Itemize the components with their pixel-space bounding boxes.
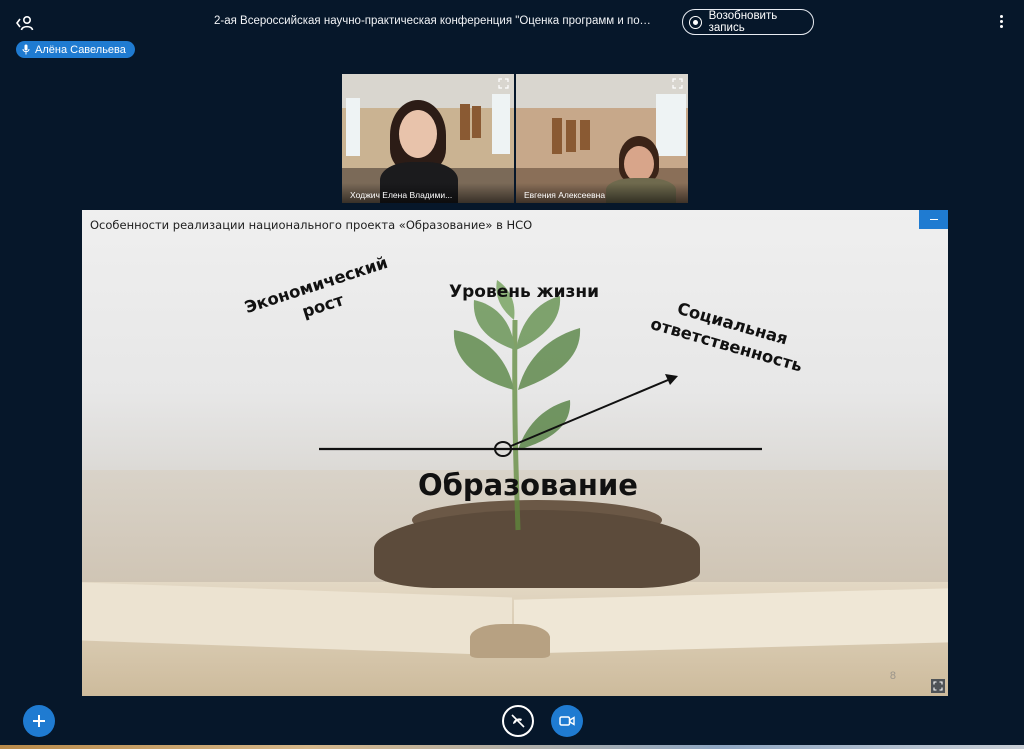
minimize-icon[interactable] <box>919 210 948 229</box>
fullscreen-icon[interactable] <box>498 78 509 89</box>
video-tile[interactable]: Евгения Алексеевна <box>516 74 688 203</box>
slide-label-life: Уровень жизни <box>449 282 600 302</box>
talking-indicator[interactable]: Алёна Савельева <box>16 41 135 58</box>
resume-recording-button[interactable]: Возобновить запись <box>682 9 814 35</box>
meeting-title: 2-ая Всероссийская научно-практическая к… <box>214 15 656 27</box>
user-list-toggle-icon[interactable] <box>14 12 36 34</box>
plus-icon <box>33 715 45 727</box>
video-tile[interactable]: Ходжич Елена Владими... <box>342 74 514 203</box>
top-bar: 2-ая Всероссийская научно-практическая к… <box>0 0 1024 46</box>
slide-label-center: Образование <box>418 468 638 502</box>
fullscreen-icon[interactable] <box>672 78 683 89</box>
video-name: Ходжич Елена Владими... <box>342 183 514 203</box>
video-camera-icon <box>559 716 575 726</box>
fullscreen-icon[interactable] <box>931 679 945 693</box>
desktop-taskbar-edge <box>0 745 1024 749</box>
presentation-area: Особенности реализации национального про… <box>82 210 948 696</box>
leave-audio-button[interactable] <box>502 705 534 737</box>
record-label: Возобновить запись <box>708 10 778 34</box>
phone-hangup-icon <box>511 714 525 728</box>
share-webcam-button[interactable] <box>551 705 583 737</box>
video-name: Евгения Алексеевна <box>516 183 688 203</box>
microphone-icon <box>22 44 30 55</box>
webcam-area: Ходжич Елена Владими... Евгения Алексеев… <box>342 74 688 203</box>
kebab-menu-icon[interactable] <box>996 13 1006 33</box>
talker-name: Алёна Савельева <box>35 43 126 56</box>
actions-button[interactable] <box>23 705 55 737</box>
record-icon <box>689 15 702 29</box>
presentation-header: Особенности реализации национального про… <box>90 218 533 232</box>
slide-number: 8 <box>889 670 896 682</box>
